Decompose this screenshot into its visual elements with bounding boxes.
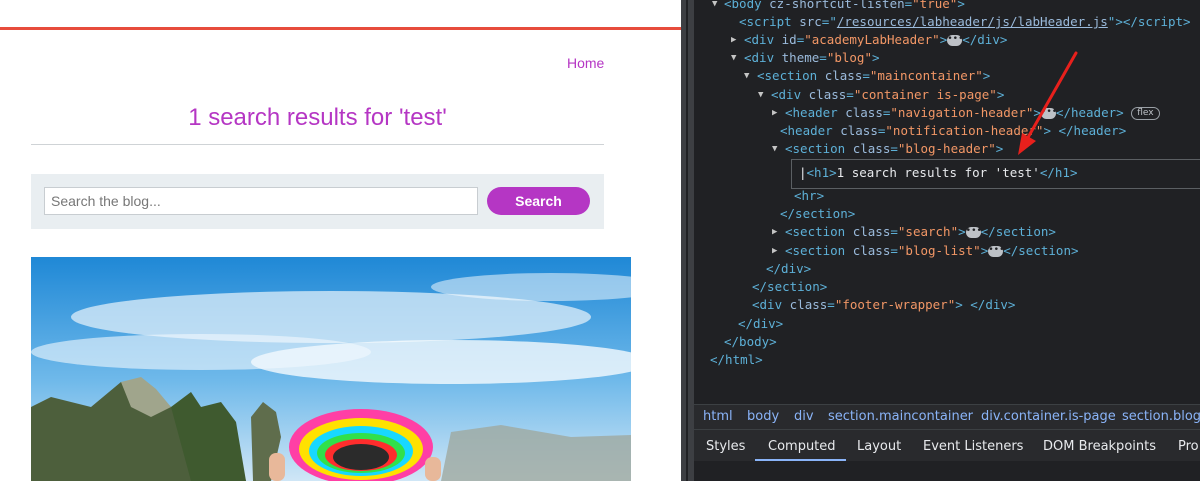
- breadcrumb-item[interactable]: body: [747, 409, 779, 424]
- tab-styles[interactable]: Styles: [706, 439, 745, 454]
- dom-node-html-close[interactable]: </html>: [710, 351, 763, 369]
- dom-node-lab-header[interactable]: ▶ <div id="academyLabHeader">•••</div>: [731, 31, 1007, 49]
- breadcrumb-item[interactable]: html: [703, 409, 733, 424]
- tab-event-listeners[interactable]: Event Listeners: [923, 439, 1023, 454]
- container-value: "container is-page": [853, 87, 997, 102]
- webpage-viewport: Home 1 search results for 'test' Search: [0, 0, 681, 481]
- dom-node-footer[interactable]: <div class="footer-wrapper"> </div>: [752, 296, 1015, 314]
- expand-triangle-icon[interactable]: ▶: [731, 31, 741, 49]
- div-id-value: "academyLabHeader": [804, 32, 940, 47]
- collapse-triangle-icon[interactable]: ▼: [731, 49, 741, 67]
- breadcrumb-item[interactable]: div.container.is-page: [981, 409, 1116, 424]
- tab-layout[interactable]: Layout: [857, 439, 901, 454]
- annotation-arrow-icon: [1018, 51, 1078, 155]
- search-section: Search: [31, 174, 604, 229]
- ellipsis-icon[interactable]: •••: [988, 246, 1005, 257]
- nav-home-link[interactable]: Home: [567, 55, 604, 71]
- expand-triangle-icon[interactable]: ▶: [772, 104, 782, 122]
- sidebar-pane-content: [694, 461, 1200, 481]
- page-title: 1 search results for 'test': [188, 104, 447, 131]
- bloglist-value: "blog-list": [897, 243, 981, 258]
- expand-triangle-icon[interactable]: ▶: [772, 242, 782, 260]
- dom-node-body-close[interactable]: </body>: [724, 333, 777, 351]
- ellipsis-icon[interactable]: •••: [965, 227, 982, 238]
- h1-text: 1 search results for 'test': [836, 165, 1040, 180]
- breadcrumb-item[interactable]: div: [794, 409, 814, 424]
- blog-post-image[interactable]: [31, 257, 631, 481]
- collapse-triangle-icon[interactable]: ▼: [758, 86, 768, 104]
- dom-node-search[interactable]: ▶ <section class="search">•••</section>: [772, 223, 1056, 241]
- footer-value: "footer-wrapper": [834, 297, 956, 312]
- dom-node-blog-header[interactable]: ▼ <section class="blog-header">: [772, 140, 1003, 158]
- blog-header-value: "blog-header": [897, 141, 996, 156]
- header-rule: [0, 27, 681, 30]
- collapse-triangle-icon[interactable]: ▼: [744, 67, 754, 85]
- ellipsis-icon[interactable]: •••: [947, 35, 964, 46]
- dom-node-container[interactable]: ▼ <div class="container is-page">: [758, 86, 1004, 104]
- tab-computed[interactable]: Computed: [768, 439, 836, 454]
- dom-node-div-close[interactable]: </div>: [738, 315, 783, 333]
- collapse-triangle-icon[interactable]: ▼: [772, 140, 782, 158]
- devtools-panel: ▼ <body cz-shortcut-listen="true"> <scrip…: [694, 0, 1200, 481]
- dom-node-div-close[interactable]: </div>: [766, 260, 811, 278]
- search-input[interactable]: [44, 187, 478, 215]
- dom-node-script[interactable]: <script src="/resources/labheader/js/lab…: [739, 13, 1191, 31]
- dom-breadcrumb: html body div section.maincontainer div.…: [694, 404, 1200, 429]
- resize-grip: [686, 0, 688, 481]
- dom-node-theme[interactable]: ▼ <div theme="blog">: [731, 49, 880, 67]
- pane-resize-handle[interactable]: [681, 0, 694, 481]
- flex-badge[interactable]: flex: [1131, 107, 1160, 120]
- title-divider: [31, 144, 604, 145]
- dom-node-body[interactable]: ▼ <body cz-shortcut-listen="true">: [712, 0, 965, 13]
- dom-node-blog-list[interactable]: ▶ <section class="blog-list">•••</section…: [772, 242, 1079, 260]
- tab-dom-breakpoints[interactable]: DOM Breakpoints: [1043, 439, 1156, 454]
- body-attr: cz-shortcut-listen: [769, 0, 905, 11]
- breadcrumb-item[interactable]: section.maincontainer: [828, 409, 973, 424]
- expand-triangle-icon[interactable]: ▶: [772, 223, 782, 241]
- breadcrumb-item[interactable]: section.blog-: [1122, 409, 1200, 424]
- beach-photo: [31, 257, 631, 481]
- script-src-link[interactable]: /resources/labheader/js/labHeader.js: [837, 14, 1108, 29]
- dom-node-section-close[interactable]: </section>: [780, 205, 855, 223]
- search-button[interactable]: Search: [487, 187, 590, 215]
- maincontainer-value: "maincontainer": [869, 68, 983, 83]
- dom-node-h1-editing[interactable]: |<h1>1 search results for 'test'</h1>: [799, 164, 1077, 182]
- dom-node-section-close[interactable]: </section>: [752, 278, 827, 296]
- tab-properties[interactable]: Pro: [1178, 439, 1199, 454]
- dom-node-hr[interactable]: <hr>: [794, 187, 824, 205]
- theme-value: "blog": [826, 50, 872, 65]
- devtools-sidebar-tabs: Styles Computed Layout Event Listeners D…: [694, 429, 1200, 462]
- body-attr-value: "true": [912, 0, 958, 11]
- search-value: "search": [897, 224, 959, 239]
- dom-node-maincontainer[interactable]: ▼ <section class="maincontainer">: [744, 67, 990, 85]
